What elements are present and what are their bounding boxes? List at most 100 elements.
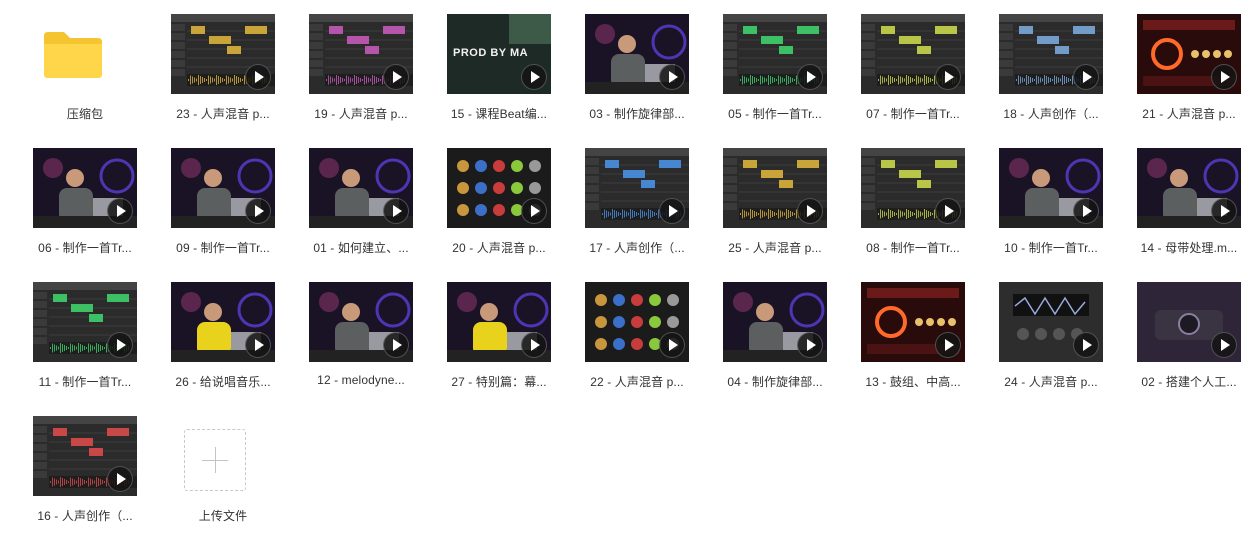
play-icon[interactable] [797,332,823,358]
file-name-label: 23 - 人声混音 p... [176,107,270,121]
file-name-label: 02 - 搭建个人工... [1141,375,1237,389]
video-file-item[interactable]: 01 - 如何建立、... [296,148,426,268]
file-name-label: 18 - 人声创作（... [1003,107,1099,121]
video-thumbnail [585,282,689,362]
play-icon[interactable] [521,332,547,358]
video-thumbnail [861,14,965,94]
video-file-item[interactable]: 02 - 搭建个人工... [1124,282,1251,402]
play-icon[interactable] [935,64,961,90]
video-thumbnail [861,282,965,362]
file-name-label: 27 - 特别篇：幕... [451,375,547,389]
video-thumbnail [171,14,275,94]
play-icon[interactable] [107,466,133,492]
video-thumbnail [1137,282,1241,362]
file-name-label: 04 - 制作旋律部... [727,375,823,389]
file-name-label: 09 - 制作一首Tr... [176,241,270,255]
play-icon[interactable] [383,332,409,358]
video-file-item[interactable]: 22 - 人声混音 p... [572,282,702,402]
folder-item[interactable]: 压缩包 [20,14,150,134]
play-icon[interactable] [245,64,271,90]
video-file-item[interactable]: 05 - 制作一首Tr... [710,14,840,134]
video-file-item[interactable]: 23 - 人声混音 p... [158,14,288,134]
play-icon[interactable] [1211,64,1237,90]
upload-file-button[interactable]: 上传文件 [158,416,288,536]
file-name-label: 03 - 制作旋律部... [589,107,685,121]
video-file-item[interactable]: 16 - 人声创作（... [20,416,150,536]
video-file-item[interactable]: 09 - 制作一首Tr... [158,148,288,268]
upload-label: 上传文件 [198,509,248,523]
play-icon[interactable] [797,198,823,224]
video-file-item[interactable]: 24 - 人声混音 p... [986,282,1116,402]
video-file-item[interactable]: 03 - 制作旋律部... [572,14,702,134]
video-file-item[interactable]: 25 - 人声混音 p... [710,148,840,268]
video-file-item[interactable]: 21 - 人声混音 p... [1124,14,1251,134]
video-thumbnail [723,148,827,228]
play-icon[interactable] [107,198,133,224]
file-name-label: 05 - 制作一首Tr... [728,107,822,121]
video-thumbnail [585,148,689,228]
video-thumbnail [33,416,137,496]
play-icon[interactable] [1073,64,1099,90]
video-file-item[interactable]: 18 - 人声创作（... [986,14,1116,134]
play-icon[interactable] [659,64,685,90]
video-file-item[interactable]: 07 - 制作一首Tr... [848,14,978,134]
video-thumbnail [861,148,965,228]
video-thumbnail [585,14,689,94]
video-file-item[interactable]: 20 - 人声混音 p... [434,148,564,268]
play-icon[interactable] [245,332,271,358]
video-file-item[interactable]: 08 - 制作一首Tr... [848,148,978,268]
video-file-item[interactable]: 27 - 特别篇：幕... [434,282,564,402]
file-name-label: 17 - 人声创作（... [589,241,685,255]
video-thumbnail [171,148,275,228]
file-name-label: 11 - 制作一首Tr... [38,375,132,389]
video-file-item[interactable]: 12 - melodyne... [296,282,426,402]
play-icon[interactable] [383,198,409,224]
file-name-label: 01 - 如何建立、... [313,241,409,255]
file-name-label: 07 - 制作一首Tr... [866,107,960,121]
file-name-label: 06 - 制作一首Tr... [38,241,132,255]
file-name-label: 10 - 制作一首Tr... [1004,241,1098,255]
file-name-label: 15 - 课程Beat编... [450,107,548,121]
video-thumbnail [999,14,1103,94]
video-thumbnail [309,282,413,362]
play-icon[interactable] [245,198,271,224]
video-thumbnail [33,148,137,228]
play-icon[interactable] [935,198,961,224]
video-thumbnail [1137,14,1241,94]
video-file-item[interactable]: 14 - 母带处理.m... [1124,148,1251,268]
video-thumbnail [171,282,275,362]
video-file-item[interactable]: 26 - 给说唱音乐... [158,282,288,402]
play-icon[interactable] [521,198,547,224]
play-icon[interactable] [935,332,961,358]
file-name-label: 14 - 母带处理.m... [1140,241,1238,255]
play-icon[interactable] [659,198,685,224]
file-name-label: 16 - 人声创作（... [37,509,133,523]
video-thumbnail [447,148,551,228]
video-thumbnail [447,282,551,362]
folder-icon [44,32,102,78]
video-file-item[interactable]: 13 - 鼓组、中高... [848,282,978,402]
plus-icon[interactable] [184,429,246,491]
video-file-item[interactable]: 10 - 制作一首Tr... [986,148,1116,268]
video-thumbnail [723,282,827,362]
play-icon[interactable] [521,64,547,90]
play-icon[interactable] [1073,198,1099,224]
video-file-item[interactable]: 04 - 制作旋律部... [710,282,840,402]
play-icon[interactable] [659,332,685,358]
video-file-item[interactable]: 17 - 人声创作（... [572,148,702,268]
video-thumbnail [309,14,413,94]
video-thumbnail [999,282,1103,362]
play-icon[interactable] [1211,198,1237,224]
play-icon[interactable] [1073,332,1099,358]
play-icon[interactable] [383,64,409,90]
video-thumbnail [309,148,413,228]
video-file-item[interactable]: PROD BY MA 15 - 课程Beat编... [434,14,564,134]
video-file-item[interactable]: 06 - 制作一首Tr... [20,148,150,268]
play-icon[interactable] [797,64,823,90]
video-thumbnail [33,282,137,362]
play-icon[interactable] [1211,332,1237,358]
play-icon[interactable] [107,332,133,358]
video-file-item[interactable]: 11 - 制作一首Tr... [20,282,150,402]
file-name-label: 12 - melodyne... [317,373,405,387]
video-file-item[interactable]: 19 - 人声混音 p... [296,14,426,134]
